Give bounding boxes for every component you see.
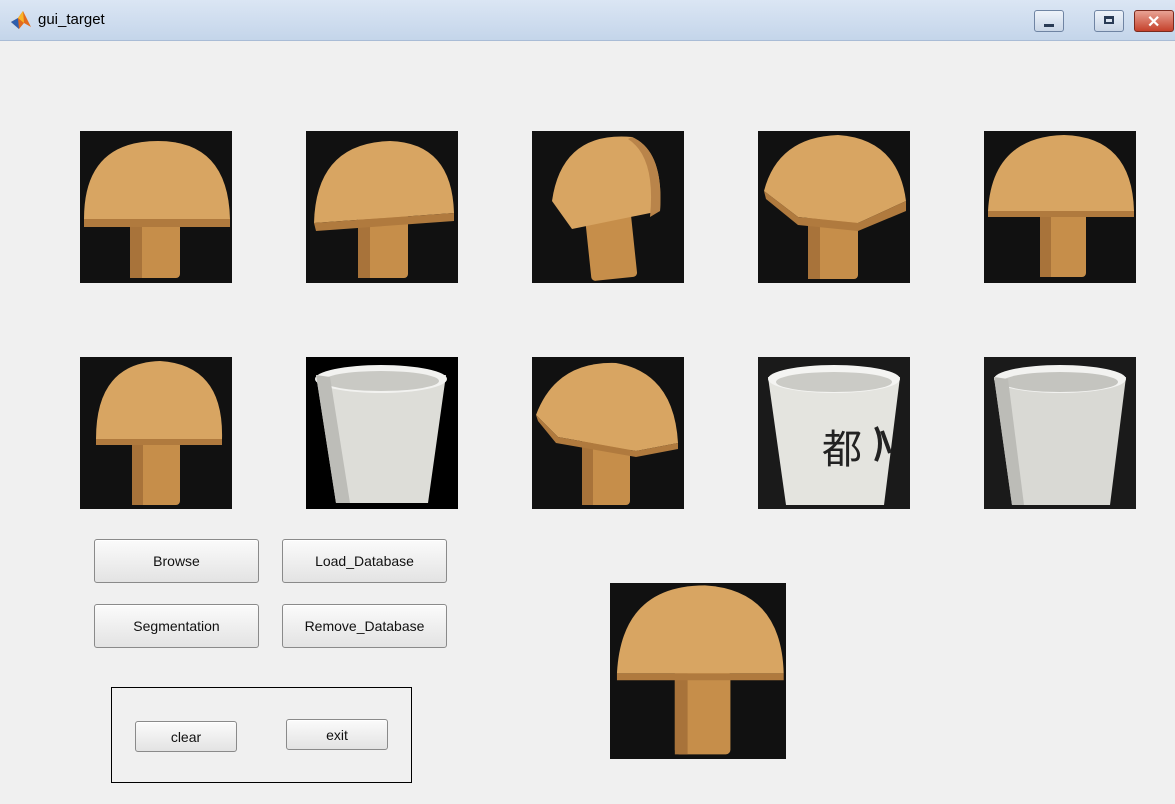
minimize-button[interactable]: [1034, 10, 1064, 32]
title-bar: gui_target ✕: [0, 0, 1175, 41]
white-cup-image: [306, 357, 458, 509]
wooden-mushroom-image: [532, 131, 684, 283]
wooden-mushroom-image: [532, 357, 684, 509]
gallery-image-9: 都: [758, 357, 910, 509]
exit-button[interactable]: exit: [286, 719, 388, 750]
result-image: [610, 583, 786, 759]
load-database-button[interactable]: Load_Database: [282, 539, 447, 583]
browse-button[interactable]: Browse: [94, 539, 259, 583]
clear-button[interactable]: clear: [135, 721, 237, 752]
segmentation-button[interactable]: Segmentation: [94, 604, 259, 648]
gallery-image-3: [532, 131, 684, 283]
wooden-mushroom-image: [984, 131, 1136, 283]
gallery-image-10: [984, 357, 1136, 509]
maximize-icon: [1104, 16, 1114, 24]
close-button[interactable]: ✕: [1134, 10, 1174, 32]
wooden-mushroom-image: [80, 131, 232, 283]
wooden-mushroom-image: [758, 131, 910, 283]
gallery-image-2: [306, 131, 458, 283]
gallery-image-4: [758, 131, 910, 283]
wooden-mushroom-image: [306, 131, 458, 283]
gallery-image-7: [306, 357, 458, 509]
gallery-image-6: [80, 357, 232, 509]
maximize-button[interactable]: [1094, 10, 1124, 32]
white-cup-image: [984, 357, 1136, 509]
wooden-mushroom-image: [610, 583, 786, 759]
close-icon: ✕: [1147, 14, 1161, 31]
remove-database-button[interactable]: Remove_Database: [282, 604, 447, 648]
white-cup-with-calligraphy-image: 都: [758, 357, 910, 509]
gallery-image-5: [984, 131, 1136, 283]
matlab-logo-icon: [11, 11, 31, 29]
gallery-image-8: [532, 357, 684, 509]
calligraphy-text: 都: [822, 427, 862, 473]
minimize-icon: [1044, 24, 1054, 27]
window-title: gui_target: [38, 11, 105, 28]
wooden-mushroom-image: [80, 357, 232, 509]
gallery-image-1: [80, 131, 232, 283]
